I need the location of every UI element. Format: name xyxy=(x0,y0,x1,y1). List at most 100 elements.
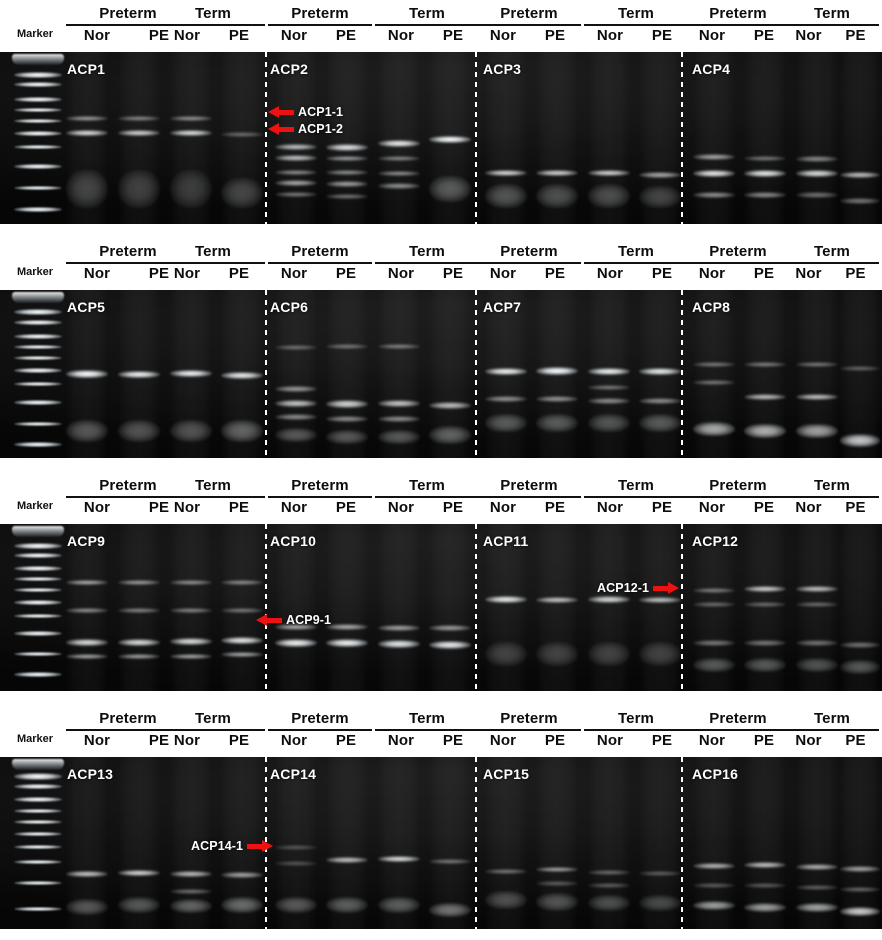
sample-nor: Nor xyxy=(596,732,624,749)
group-term: Term Nor PE xyxy=(375,242,479,284)
sample-pe: PE xyxy=(442,732,464,749)
sample-nor: Nor xyxy=(698,732,726,749)
row-header: Marker Preterm Nor PE Term Nor PE Preterm … xyxy=(0,472,882,524)
group-preterm: Preterm Nor PE xyxy=(477,476,581,518)
sample-pe: PE xyxy=(228,265,250,282)
sample-nor: Nor xyxy=(83,27,111,44)
sample-nor: Nor xyxy=(280,732,308,749)
sample-pe: PE xyxy=(544,265,566,282)
group-preterm: Preterm Nor PE xyxy=(477,709,581,751)
sample-pe: PE xyxy=(335,499,357,516)
sample-pe: PE xyxy=(753,499,775,516)
sample-nor: Nor xyxy=(83,265,111,282)
group-preterm: Preterm Nor PE xyxy=(268,4,372,46)
sample-pe: PE xyxy=(335,27,357,44)
group-term: Term Nor PE xyxy=(584,4,688,46)
group-preterm: Preterm Nor PE xyxy=(686,4,790,46)
row-header: Marker Preterm Nor PE Term Nor PE Preter… xyxy=(0,0,882,52)
sample-nor: Nor xyxy=(173,732,201,749)
gel-image-row-3: ACP9 ACP10 ACP11 ACP12 ACP9-1 ACP12-1 xyxy=(0,524,882,691)
group-term: Term Nor PE xyxy=(785,242,879,284)
group-term: Term Nor PE xyxy=(785,4,879,46)
sample-nor: Nor xyxy=(698,27,726,44)
sample-nor: Nor xyxy=(387,265,415,282)
sample-nor: Nor xyxy=(489,265,517,282)
sample-pe: PE xyxy=(544,732,566,749)
sample-nor: Nor xyxy=(596,499,624,516)
group-preterm: Preterm Nor PE xyxy=(268,242,372,284)
sample-nor: Nor xyxy=(489,732,517,749)
sample-nor: Nor xyxy=(795,499,822,516)
sample-nor: Nor xyxy=(698,499,726,516)
sample-nor: Nor xyxy=(173,265,201,282)
sample-pe: PE xyxy=(544,27,566,44)
sample-pe: PE xyxy=(651,27,673,44)
sample-pe: PE xyxy=(651,732,673,749)
sample-nor: Nor xyxy=(596,265,624,282)
sample-nor: Nor xyxy=(489,499,517,516)
sample-pe: PE xyxy=(845,27,866,44)
sample-nor: Nor xyxy=(173,499,201,516)
gel-noise xyxy=(0,52,882,224)
gel-electrophoresis-figure: Marker Preterm Nor PE Term Nor PE Preter… xyxy=(0,0,882,940)
gel-row: Marker Preterm Nor PE Term Nor PE Preterm … xyxy=(0,705,882,929)
sample-pe: PE xyxy=(335,732,357,749)
sample-pe: PE xyxy=(442,27,464,44)
group-preterm: Preterm Nor PE xyxy=(686,709,790,751)
sample-pe: PE xyxy=(228,27,250,44)
marker-lane-label: Marker xyxy=(16,733,54,745)
sample-pe: PE xyxy=(651,265,673,282)
gel-image-row-2: ACP5 ACP6 ACP7 ACP8 xyxy=(0,290,882,458)
sample-nor: Nor xyxy=(795,265,822,282)
group-preterm: Preterm Nor PE xyxy=(686,476,790,518)
group-term: Term Nor PE xyxy=(584,476,688,518)
gel-image-row-4: ACP13 ACP14 ACP15 ACP16 ACP14-1 xyxy=(0,757,882,929)
sample-nor: Nor xyxy=(489,27,517,44)
sample-pe: PE xyxy=(753,265,775,282)
sample-nor: Nor xyxy=(596,27,624,44)
sample-pe: PE xyxy=(753,27,775,44)
sample-pe: PE xyxy=(845,732,866,749)
group-term: Term Nor PE xyxy=(584,242,688,284)
marker-lane-label: Marker xyxy=(16,28,54,40)
group-preterm: Preterm Nor PE xyxy=(477,4,581,46)
group-preterm: Preterm Nor PE xyxy=(268,709,372,751)
gel-row: Marker Preterm Nor PE Term Nor PE Preter… xyxy=(0,0,882,224)
gel-image-row-1: ACP1 ACP2 ACP3 ACP4 ACP1-1 ACP1-2 xyxy=(0,52,882,224)
group-term: Term Nor PE xyxy=(161,476,265,518)
sample-nor: Nor xyxy=(795,732,822,749)
group-term: Term Nor PE xyxy=(584,709,688,751)
group-preterm: Preterm Nor PE xyxy=(268,476,372,518)
gel-row: Marker Preterm Nor PE Term Nor PE Preterm … xyxy=(0,472,882,691)
sample-nor: Nor xyxy=(83,732,111,749)
sample-pe: PE xyxy=(753,732,775,749)
sample-nor: Nor xyxy=(83,499,111,516)
gel-row: Marker Preterm Nor PE Term Nor PE Preterm … xyxy=(0,238,882,458)
row-header: Marker Preterm Nor PE Term Nor PE Preterm … xyxy=(0,238,882,290)
sample-nor: Nor xyxy=(698,265,726,282)
group-preterm: Preterm Nor PE xyxy=(686,242,790,284)
group-term: Term Nor PE xyxy=(785,476,879,518)
group-term: Term Nor PE xyxy=(161,242,265,284)
sample-pe: PE xyxy=(335,265,357,282)
sample-pe: PE xyxy=(845,265,866,282)
sample-nor: Nor xyxy=(387,27,415,44)
group-term: Term Nor PE xyxy=(785,709,879,751)
sample-nor: Nor xyxy=(280,265,308,282)
sample-nor: Nor xyxy=(280,27,308,44)
group-term: Term Nor PE xyxy=(161,4,265,46)
group-preterm: Preterm Nor PE xyxy=(477,242,581,284)
sample-nor: Nor xyxy=(387,732,415,749)
sample-pe: PE xyxy=(442,499,464,516)
group-term: Term Nor PE xyxy=(375,709,479,751)
group-term: Term Nor PE xyxy=(161,709,265,751)
sample-pe: PE xyxy=(228,499,250,516)
sample-pe: PE xyxy=(442,265,464,282)
sample-nor: Nor xyxy=(795,27,822,44)
sample-pe: PE xyxy=(228,732,250,749)
sample-nor: Nor xyxy=(387,499,415,516)
sample-nor: Nor xyxy=(280,499,308,516)
sample-pe: PE xyxy=(845,499,866,516)
row-header: Marker Preterm Nor PE Term Nor PE Preterm … xyxy=(0,705,882,757)
sample-pe: PE xyxy=(651,499,673,516)
